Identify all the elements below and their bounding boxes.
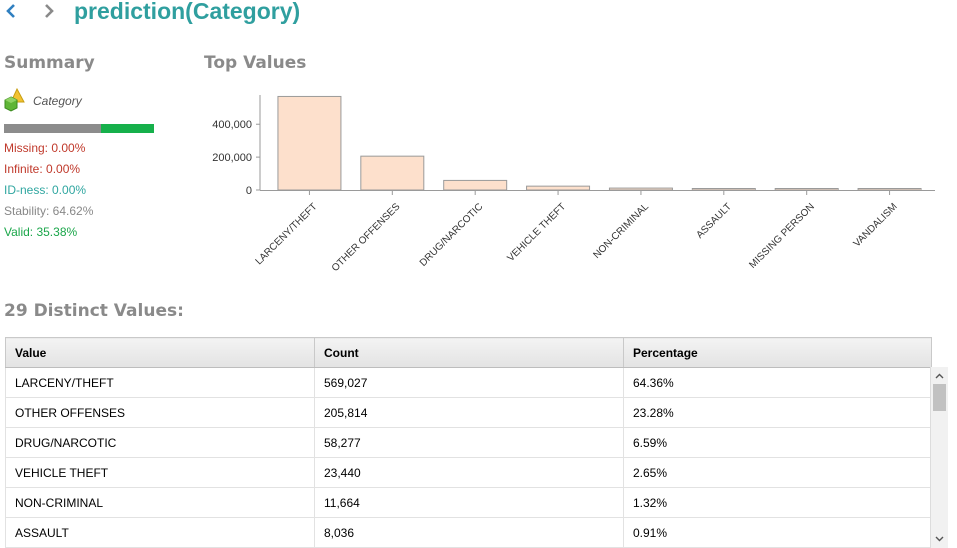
quality-bar [4, 124, 154, 133]
idness-stat: ID-ness: 0.00% [4, 183, 87, 197]
y-tick-label: 400,000 [212, 119, 252, 131]
chevron-right-icon [43, 3, 55, 24]
bar [857, 188, 922, 191]
bar [360, 155, 425, 191]
cell-count: 11,664 [314, 487, 624, 518]
table-row[interactable]: DRUG/NARCOTIC 58,277 6.59% [5, 427, 932, 458]
table-header-row: Value Count Percentage [5, 337, 932, 368]
bar [526, 185, 591, 191]
cell-count: 205,814 [314, 397, 624, 428]
cell-value: ASSAULT [5, 517, 315, 548]
table-scrollbar[interactable] [930, 367, 948, 548]
distinct-values-table: Value Count Percentage LARCENY/THEFT 569… [5, 337, 950, 548]
x-tick-label: OTHER OFFENSES [330, 201, 403, 274]
x-tick-label: VANDALISM [852, 201, 900, 249]
scroll-down-arrow-icon[interactable] [931, 531, 948, 546]
top-values-heading: Top Values [204, 53, 307, 73]
bar [774, 188, 839, 191]
cell-value: OTHER OFFENSES [5, 397, 315, 428]
bar [608, 187, 673, 191]
scroll-up-arrow-icon[interactable] [931, 368, 948, 383]
bar [443, 179, 508, 191]
distinct-values-heading: 29 Distinct Values: [4, 301, 184, 321]
nominal-attribute-icon [4, 87, 30, 117]
cell-percentage: 64.36% [623, 367, 932, 398]
infinite-stat: Infinite: 0.00% [4, 162, 81, 176]
summary-heading: Summary [4, 53, 95, 73]
table-row[interactable]: LARCENY/THEFT 569,027 64.36% [5, 367, 932, 398]
table-row[interactable]: VEHICLE THEFT 23,440 2.65% [5, 457, 932, 488]
cell-percentage: 2.65% [623, 457, 932, 488]
x-tick-label: VEHICLE THEFT [506, 201, 569, 264]
x-tick-label: DRUG/NARCOTIC [418, 201, 485, 268]
table-row[interactable]: OTHER OFFENSES 205,814 23.28% [5, 397, 932, 428]
valid-stat: Valid: 35.38% [4, 225, 78, 239]
page-title: prediction(Category) [74, 0, 301, 24]
cell-count: 8,036 [314, 517, 624, 548]
cell-count: 569,027 [314, 367, 624, 398]
x-tick-label: ASSAULT [694, 201, 733, 240]
cell-count: 58,277 [314, 427, 624, 458]
table-row[interactable]: ASSAULT 8,036 0.91% [5, 517, 932, 548]
quality-bar-valid [100, 124, 154, 133]
quality-bar-stable [4, 124, 101, 133]
x-tick-label: NON-CRIMINAL [591, 201, 651, 261]
cell-percentage: 23.28% [623, 397, 932, 428]
column-header-percentage[interactable]: Percentage [623, 337, 932, 368]
cell-percentage: 1.32% [623, 487, 932, 518]
scrollbar-thumb[interactable] [933, 384, 946, 411]
forward-button[interactable] [38, 2, 60, 24]
y-tick-label: 0 [246, 185, 252, 197]
cell-value: VEHICLE THEFT [5, 457, 315, 488]
chevron-left-icon [5, 3, 17, 24]
cell-value: LARCENY/THEFT [5, 367, 315, 398]
x-tick-label: LARCENY/THEFT [254, 201, 320, 267]
column-header-value[interactable]: Value [5, 337, 315, 368]
cell-count: 23,440 [314, 457, 624, 488]
stability-stat: Stability: 64.62% [4, 204, 94, 218]
bar [691, 188, 756, 191]
y-tick-label: 200,000 [212, 152, 252, 164]
back-button[interactable] [0, 2, 22, 24]
cell-percentage: 6.59% [623, 427, 932, 458]
x-tick-label: MISSING PERSON [747, 201, 816, 270]
missing-stat: Missing: 0.00% [4, 141, 86, 155]
bar [277, 95, 342, 191]
cell-value: DRUG/NARCOTIC [5, 427, 315, 458]
cell-value: NON-CRIMINAL [5, 487, 315, 518]
attribute-name: Category [33, 94, 82, 108]
column-header-count[interactable]: Count [314, 337, 624, 368]
top-values-chart: 0 200,000 400,000 LARCENY/THEFT OTHER OFFENS… [212, 95, 935, 274]
cell-percentage: 0.91% [623, 517, 932, 548]
table-row[interactable]: NON-CRIMINAL 11,664 1.32% [5, 487, 932, 518]
